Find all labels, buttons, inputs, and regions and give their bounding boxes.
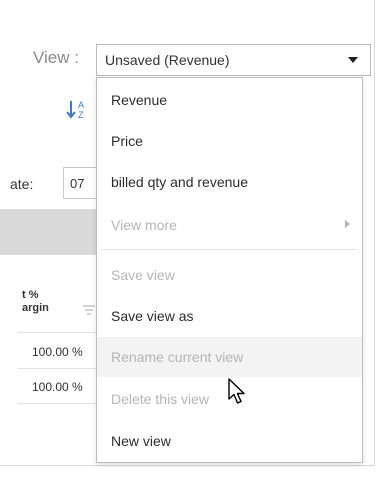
sort-az-icon[interactable]: A Z	[65, 97, 89, 121]
table-divider	[18, 332, 100, 333]
table-cell: 100.00 %	[32, 380, 83, 394]
view-label: View :	[33, 48, 79, 67]
date-input-value: 07	[70, 176, 85, 191]
table-divider	[18, 403, 100, 404]
date-label: ate:	[10, 176, 34, 192]
filter-icon[interactable]	[82, 305, 96, 315]
app-page: View : Unsaved (Revenue) A Z ate: 07 t %…	[0, 0, 391, 483]
menu-item-new-view[interactable]: New view	[97, 421, 362, 461]
menu-item-revenue[interactable]: Revenue	[97, 80, 362, 120]
column-header-line2: argin	[22, 302, 49, 314]
menu-item-view-more[interactable]: View more	[97, 205, 362, 245]
menu-item-billed-qty-and-revenue[interactable]: billed qty and revenue	[97, 162, 362, 202]
menu-item-save-view-as[interactable]: Save view as	[97, 296, 362, 336]
menu-item-view-more-label: View more	[111, 217, 177, 233]
table-divider	[18, 368, 100, 369]
svg-text:A: A	[78, 100, 84, 110]
column-header-line1: t %	[22, 289, 39, 301]
menu-item-price[interactable]: Price	[97, 121, 362, 161]
caret-down-icon	[348, 57, 358, 63]
panel-border-bottom	[0, 465, 375, 466]
view-select-value: Unsaved (Revenue)	[105, 52, 230, 68]
menu-divider	[101, 249, 358, 250]
column-header-margin[interactable]: t % argin	[22, 289, 49, 315]
svg-text:Z: Z	[78, 110, 84, 120]
view-select[interactable]: Unsaved (Revenue)	[96, 44, 371, 76]
chevron-right-icon	[345, 220, 350, 228]
table-cell: 100.00 %	[32, 345, 83, 359]
mouse-pointer-icon	[228, 378, 245, 404]
menu-item-save-view[interactable]: Save view	[97, 255, 362, 295]
panel-border-right	[374, 0, 375, 466]
menu-item-rename-current-view[interactable]: Rename current view	[97, 337, 362, 377]
table-toolbar-band	[0, 209, 100, 255]
